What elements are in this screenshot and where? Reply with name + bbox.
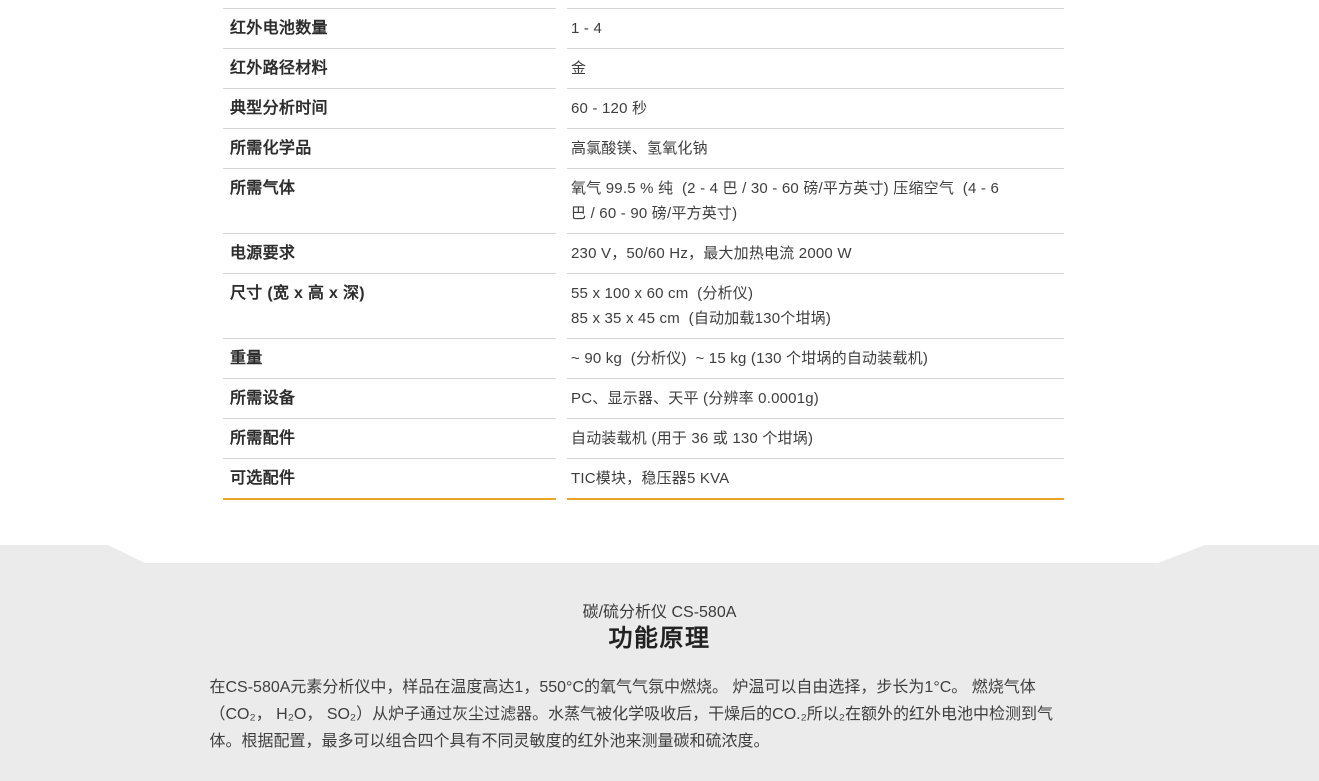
principle-paragraph: 在CS-580A元素分析仪中，样品在温度高达1，550°C的氧气气氛中燃烧。 炉… xyxy=(210,674,1110,755)
spec-row-optional-accessories: 可选配件 TIC模块，稳压器5 KVA xyxy=(223,458,1064,500)
spec-row-chemicals: 所需化学品 高氯酸镁、氢氧化钠 xyxy=(223,128,1064,168)
spec-label: 所需配件 xyxy=(223,418,556,458)
spec-label: 所需气体 xyxy=(223,168,556,233)
spec-label: 尺寸 (宽 x 高 x 深) xyxy=(223,273,556,338)
spec-value: ~ 90 kg (分析仪) ~ 15 kg (130 个坩埚的自动装载机) xyxy=(567,338,1064,378)
section-heading: 功能原理 xyxy=(0,624,1319,654)
spec-section: 红外电池数量 1 - 4 红外路径材料 金 典型分析时间 60 - 120 秒 … xyxy=(0,0,1319,545)
spec-value: 60 - 120 秒 xyxy=(567,88,1064,128)
spec-label: 重量 xyxy=(223,338,556,378)
spec-label: 典型分析时间 xyxy=(223,88,556,128)
spec-row-equipment: 所需设备 PC、显示器、天平 (分辨率 0.0001g) xyxy=(223,378,1064,418)
spec-label: 红外电池数量 xyxy=(223,8,556,48)
spec-row-ir-path-material: 红外路径材料 金 xyxy=(223,48,1064,88)
spec-value: 自动装载机 (用于 36 或 130 个坩埚) xyxy=(567,418,1064,458)
spec-row-gases: 所需气体 氧气 99.5 % 纯 (2 - 4 巴 / 30 - 60 磅/平方… xyxy=(223,168,1064,233)
spec-label: 电源要求 xyxy=(223,233,556,273)
spec-value: 金 xyxy=(567,48,1064,88)
principle-section: 碳/硫分析仪 CS-580A 功能原理 在CS-580A元素分析仪中，样品在温度… xyxy=(0,545,1319,781)
spec-row-dimensions: 尺寸 (宽 x 高 x 深) 55 x 100 x 60 cm (分析仪) 85… xyxy=(223,273,1064,338)
spec-row-accessories: 所需配件 自动装载机 (用于 36 或 130 个坩埚) xyxy=(223,418,1064,458)
spec-value: 230 V，50/60 Hz，最大加热电流 2000 W xyxy=(567,233,1064,273)
spec-row-analysis-time: 典型分析时间 60 - 120 秒 xyxy=(223,88,1064,128)
section-divider-notch xyxy=(0,545,1319,563)
spec-row-power: 电源要求 230 V，50/60 Hz，最大加热电流 2000 W xyxy=(223,233,1064,273)
spec-row-weight: 重量 ~ 90 kg (分析仪) ~ 15 kg (130 个坩埚的自动装载机) xyxy=(223,338,1064,378)
spec-value: 1 - 4 xyxy=(567,8,1064,48)
spec-value: PC、显示器、天平 (分辨率 0.0001g) xyxy=(567,378,1064,418)
spec-label: 所需化学品 xyxy=(223,128,556,168)
spec-label: 可选配件 xyxy=(223,458,556,500)
paragraph-line: 在CS-580A元素分析仪中，样品在温度高达1，550°C的氧气气氛中燃烧。 炉… xyxy=(210,674,1110,701)
spec-row-ir-cells: 红外电池数量 1 - 4 xyxy=(223,8,1064,48)
spec-value: 55 x 100 x 60 cm (分析仪) 85 x 35 x 45 cm (… xyxy=(567,273,1064,338)
spec-label: 红外路径材料 xyxy=(223,48,556,88)
paragraph-line: （CO₂， H₂O， SO₂）从炉子通过灰尘过滤器。水蒸气被化学吸收后，干燥后的… xyxy=(210,701,1110,728)
spec-value: TIC模块，稳压器5 KVA xyxy=(567,458,1064,500)
spec-label: 所需设备 xyxy=(223,378,556,418)
spec-value: 氧气 99.5 % 纯 (2 - 4 巴 / 30 - 60 磅/平方英寸) 压… xyxy=(567,168,1064,233)
spec-value: 高氯酸镁、氢氧化钠 xyxy=(567,128,1064,168)
spec-table: 红外电池数量 1 - 4 红外路径材料 金 典型分析时间 60 - 120 秒 … xyxy=(223,0,1064,500)
paragraph-line: 体。根据配置，最多可以组合四个具有不同灵敏度的红外池来测量碳和硫浓度。 xyxy=(210,728,1110,755)
